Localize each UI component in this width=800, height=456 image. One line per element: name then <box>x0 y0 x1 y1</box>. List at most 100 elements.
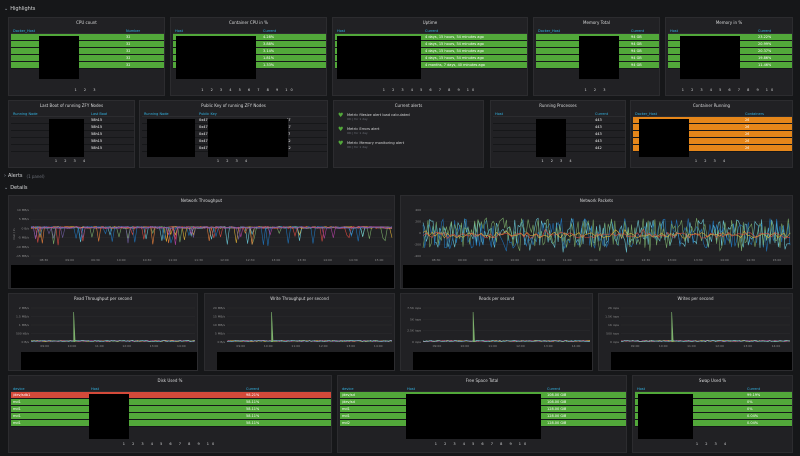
pagination[interactable]: 1 2 3 4 <box>491 159 625 163</box>
pagination[interactable]: 1 2 3 4 <box>633 442 792 446</box>
col-header[interactable]: Current <box>423 29 438 33</box>
cell-value: 26 <box>745 146 750 150</box>
col-header[interactable]: Current <box>745 387 760 391</box>
pagination[interactable]: 1 2 3 4 5 6 7 8 9 10 <box>9 442 331 446</box>
col-header[interactable]: Host <box>668 29 756 33</box>
panel-cpu-count: CPU count Docker_Host Number 32 32 32 32 … <box>8 17 165 96</box>
col-header[interactable]: Host <box>635 387 745 391</box>
panel-container-cpu: Container CPU in % Host Current 4.28% 3.8… <box>170 17 327 96</box>
pagination[interactable]: 1 2 3 4 5 6 7 8 9 10 <box>338 442 626 446</box>
redacted-block <box>638 394 693 439</box>
cell-value: 20.37% <box>758 49 772 53</box>
cell-value: 20.99% <box>758 42 772 46</box>
cell-value: 32 <box>126 63 131 67</box>
panel-title: Public Key of running ZFY Nodes <box>201 103 266 108</box>
pagination[interactable]: 1 2 3 <box>9 88 164 92</box>
x-tick-label: 13:00 <box>544 344 553 348</box>
x-tick-label: 13:00 <box>150 344 159 348</box>
x-tick-label: 09:00 <box>433 344 442 348</box>
cell-value: 11.46% <box>758 63 772 67</box>
y-tick-label: 0 <box>419 231 421 235</box>
x-tick-label: 11:00 <box>488 344 497 348</box>
col-header[interactable]: Host <box>89 387 244 391</box>
alert-item[interactable]: ♥ Metric filesize alert load calculated OK… <box>338 113 410 122</box>
col-header[interactable]: Current <box>261 29 276 33</box>
cell-value: 32 <box>126 35 131 39</box>
panel-title: Current alerts <box>394 103 423 108</box>
col-header[interactable]: Current <box>629 29 644 33</box>
col-header[interactable]: Docker_Host <box>536 29 629 33</box>
cell-value: 4 months, 7 days, 40 minutes ago <box>425 63 485 67</box>
x-tick-label: 14:00 <box>572 344 581 348</box>
cell-device: md1 <box>342 414 350 418</box>
cell-device: /dev/sdb1 <box>13 393 31 397</box>
row-highlights[interactable]: ⌄ Highlights <box>0 4 35 14</box>
redacted-block <box>680 36 740 79</box>
cell-value: 3.88% <box>263 42 275 46</box>
x-tick-label: 11:00 <box>168 258 177 262</box>
panel-network-packets: Network Packets 400 200 0 -200 -400 08:30 09:0… <box>400 195 793 289</box>
table-row: 32 <box>11 41 164 48</box>
x-tick-label: 10:30 <box>537 258 546 262</box>
x-tick-label: 11:00 <box>687 344 696 348</box>
col-header[interactable]: Public Key <box>197 112 217 116</box>
col-header[interactable]: Current <box>593 112 608 116</box>
col-header[interactable]: Host <box>335 29 423 33</box>
x-tick-label: 12:00 <box>516 344 525 348</box>
x-tick-label: 14:00 <box>177 344 186 348</box>
col-header[interactable]: Host <box>493 112 593 116</box>
col-header[interactable]: Docker_Host <box>633 112 743 116</box>
row-details[interactable]: ⌄ Details <box>0 183 28 193</box>
legend-redacted <box>11 265 394 288</box>
x-tick-label: 10:00 <box>68 344 77 348</box>
y-tick-label: 10 MB/s <box>17 208 29 212</box>
alert-item[interactable]: ♥ Metric Errors alert OK | for 1 day <box>338 127 379 136</box>
col-header[interactable]: Containers <box>743 112 764 116</box>
col-header[interactable]: Running Node <box>142 112 197 116</box>
col-header[interactable]: Last Boot <box>89 112 107 116</box>
col-header[interactable]: Host <box>405 387 545 391</box>
x-tick-label: 12:00 <box>615 258 624 262</box>
col-header[interactable]: Host <box>173 29 261 33</box>
y-tick-label: 1.5K iops <box>605 315 619 319</box>
panel-running-processes: Running Processes Host Current 443 443 44… <box>490 100 626 168</box>
y-tick-label: 2 MB/s <box>19 306 30 310</box>
cell-value: 128.00 GiB <box>547 414 567 418</box>
pagination[interactable]: 1 2 3 4 <box>140 159 327 163</box>
y-tick-label: -400 <box>414 254 421 258</box>
x-tick-label: 09:30 <box>484 258 493 262</box>
pagination[interactable]: 1 2 3 4 5 6 7 8 9 10 <box>666 88 792 92</box>
pagination[interactable]: 1 2 3 <box>534 88 659 92</box>
cell-value: 0.04% <box>747 421 759 425</box>
row-title: Highlights <box>10 6 36 12</box>
cell-value: 443 <box>595 125 602 129</box>
legend-redacted <box>611 352 792 370</box>
y-axis-label: Out / In <box>12 228 16 239</box>
pagination[interactable]: 1 2 3 4 <box>9 159 134 163</box>
x-tick-label: 09:00 <box>236 344 245 348</box>
y-tick-label: 7.5K iops <box>407 306 421 310</box>
col-header[interactable]: Current <box>756 29 771 33</box>
col-header[interactable]: Number <box>124 29 164 33</box>
x-tick-label: 11:30 <box>589 258 598 262</box>
cell-value: 0% <box>747 407 753 411</box>
col-header[interactable]: Running Node <box>11 112 89 116</box>
redacted-block <box>579 36 619 79</box>
x-tick-label: 14:30 <box>746 258 755 262</box>
x-tick-label: 12:00 <box>319 344 328 348</box>
row-alerts[interactable]: › Alerts (1 panel) <box>0 171 45 181</box>
pagination[interactable]: 1 2 3 4 5 6 7 8 9 10 <box>333 88 527 92</box>
pagination[interactable]: 1 2 3 4 5 6 7 8 9 10 <box>171 88 326 92</box>
col-header[interactable]: Current <box>244 387 259 391</box>
alert-item[interactable]: ♥ Metric Memory monitoring alert OK | for … <box>338 141 404 150</box>
cell-value: 23.22% <box>758 35 772 39</box>
pagination[interactable]: 1 2 3 4 <box>631 159 792 163</box>
y-tick-label: 15 MB/s <box>213 315 225 319</box>
cell-device: /dev/sd <box>342 393 355 397</box>
x-tick-label: 10:00 <box>460 344 469 348</box>
col-header[interactable]: Current <box>545 387 560 391</box>
panel-public-key: Public Key of running ZFY Nodes Running … <box>139 100 328 168</box>
col-header[interactable]: device <box>11 387 89 391</box>
col-header[interactable]: Docker_Host <box>11 29 124 33</box>
col-header[interactable]: device <box>340 387 405 391</box>
